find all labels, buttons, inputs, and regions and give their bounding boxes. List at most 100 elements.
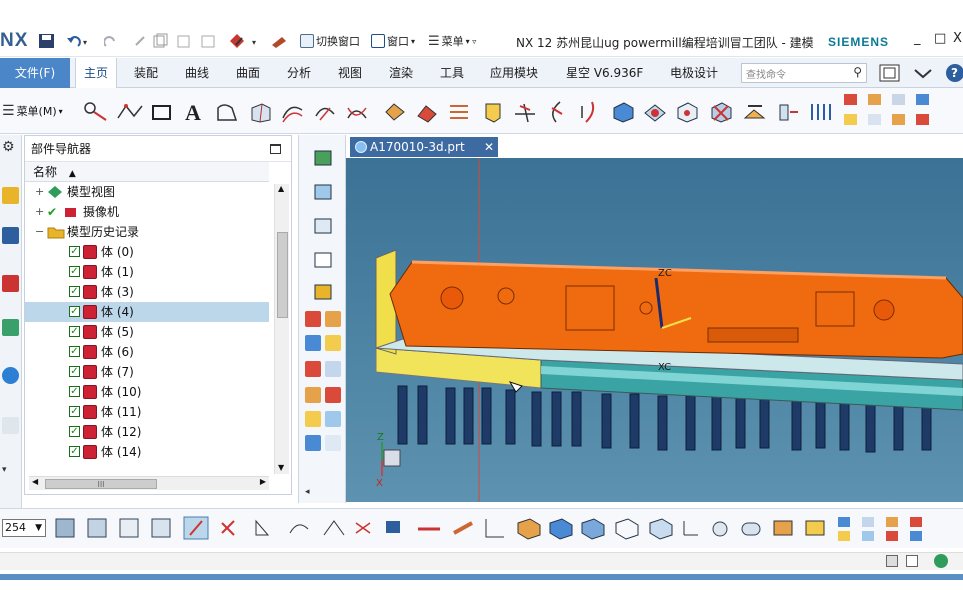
visibility-checkbox[interactable]: ✓ (69, 346, 80, 357)
expand-icon[interactable]: + (35, 182, 44, 202)
horizontal-scroll-thumb[interactable]: III (45, 479, 157, 489)
tab-xingkong[interactable]: 星空 V6.936F (566, 58, 643, 88)
tree-node-model-views[interactable]: + 模型视图 (25, 182, 269, 202)
menu-button[interactable]: ☰ 菜单 ▾ ▿ (428, 33, 476, 49)
constraint-navigator-icon[interactable] (2, 227, 19, 244)
tab-applications[interactable]: 应用模块 (490, 58, 538, 88)
close-tab-icon[interactable]: ✕ (484, 137, 494, 157)
visibility-checkbox[interactable]: ✓ (69, 386, 80, 397)
point-icon[interactable] (82, 100, 112, 124)
save-icon[interactable] (38, 33, 56, 49)
name-column-header[interactable]: 名称 ▲ (25, 162, 269, 182)
visibility-checkbox[interactable]: ✓ (69, 306, 80, 317)
graphics-window-tab[interactable]: A170010-3d.prt ✕ (350, 137, 498, 157)
draft-icon[interactable] (414, 100, 440, 124)
navigator-vertical-scrollbar[interactable]: ▲ ▼ (274, 184, 289, 474)
feature-icon[interactable] (325, 387, 341, 403)
switch-window-button[interactable]: 切换窗口 (300, 33, 360, 49)
text-icon[interactable]: A (183, 98, 207, 124)
scroll-left-icon[interactable]: ◀ (32, 477, 38, 486)
project-curve-icon[interactable] (312, 100, 338, 124)
history-icon[interactable] (2, 417, 19, 434)
settings-icon[interactable]: ⚙ (2, 139, 19, 156)
visibility-checkbox[interactable]: ✓ (69, 366, 80, 377)
ribbon-options-icon[interactable] (912, 64, 934, 82)
tab-electrode-design[interactable]: 电极设计 (670, 58, 718, 88)
split-body-icon[interactable] (544, 100, 570, 124)
web-browser-icon[interactable] (2, 367, 19, 384)
feature-icon[interactable] (325, 335, 341, 351)
tab-curve[interactable]: 曲线 (185, 58, 209, 88)
blend-icon[interactable] (446, 100, 472, 124)
tree-node-body[interactable]: ✓ 体 (1) (25, 262, 269, 282)
visibility-checkbox[interactable]: ✓ (69, 406, 80, 417)
rotate-face-icon[interactable] (382, 100, 408, 124)
feature-icon[interactable] (305, 411, 321, 427)
tree-node-body[interactable]: ✓ 体 (12) (25, 422, 269, 442)
search-icon[interactable]: ⚲ (853, 65, 862, 79)
minimize-button[interactable]: _ (914, 31, 921, 46)
shell-icon[interactable] (642, 100, 668, 124)
visibility-checkbox[interactable]: ✓ (69, 446, 80, 457)
help-icon[interactable]: ? (944, 62, 963, 84)
visibility-checkbox[interactable]: ✓ (69, 426, 80, 437)
tab-render[interactable]: 渲染 (389, 58, 413, 88)
tree-node-body[interactable]: ✓ 体 (11) (25, 402, 269, 422)
chevron-down-icon[interactable]: ▾ (2, 465, 19, 482)
feature-icon[interactable] (325, 361, 341, 377)
visibility-checkbox[interactable]: ✓ (69, 286, 80, 297)
tree-node-body-selected[interactable]: ✓ 体 (4) (25, 302, 269, 322)
view-icons-column[interactable] (311, 145, 337, 305)
feature-icon[interactable] (305, 335, 321, 351)
tree-node-model-history[interactable]: − 模型历史记录 (25, 222, 269, 242)
full-screen-status-icon[interactable] (906, 555, 918, 567)
visibility-checkbox[interactable]: ✓ (69, 326, 80, 337)
tree-node-body[interactable]: ✓ 体 (14) (25, 442, 269, 462)
full-screen-icon[interactable] (878, 63, 902, 83)
window-menu-button[interactable]: 窗口 ▾ (371, 33, 415, 49)
maximize-panel-icon[interactable] (270, 144, 281, 154)
tree-node-body[interactable]: ✓ 体 (3) (25, 282, 269, 302)
tab-home[interactable]: 主页 (75, 58, 118, 88)
tab-analysis[interactable]: 分析 (287, 58, 311, 88)
collapse-left-icon[interactable]: ◂ (305, 487, 310, 497)
view-command-icons[interactable] (52, 515, 952, 543)
tree-node-body[interactable]: ✓ 体 (0) (25, 242, 269, 262)
extrude-icon[interactable] (248, 100, 274, 124)
selection-filter-icon[interactable]: ▾ (228, 32, 264, 50)
scroll-down-icon[interactable]: ▼ (278, 463, 284, 472)
expand-icon[interactable]: + (35, 202, 44, 222)
rectangle-icon[interactable] (150, 100, 174, 124)
maximize-button[interactable]: □ (934, 31, 946, 46)
feature-icon[interactable] (325, 435, 341, 451)
tree-node-body[interactable]: ✓ 体 (6) (25, 342, 269, 362)
replace-face-icon[interactable] (742, 100, 768, 124)
sketch-icon[interactable] (214, 100, 240, 124)
chamfer-icon[interactable] (480, 100, 506, 124)
part-navigator-icon[interactable] (2, 275, 19, 292)
tab-view[interactable]: 视图 (338, 58, 362, 88)
command-search-input[interactable]: 查找命令 ⚲ (741, 63, 867, 83)
delete-face-icon[interactable] (708, 100, 734, 124)
feature-icon[interactable] (325, 411, 341, 427)
feature-icon[interactable] (305, 361, 321, 377)
offset-face-icon[interactable] (674, 100, 700, 124)
visibility-checkbox[interactable]: ✓ (69, 266, 80, 277)
assembly-navigator-icon[interactable] (2, 187, 19, 204)
feature-icon[interactable] (305, 387, 321, 403)
tree-node-camera[interactable]: + ✔ 摄像机 (25, 202, 269, 222)
mirror-icon[interactable] (576, 100, 602, 124)
feature-icon[interactable] (305, 311, 321, 327)
pattern-feature-icon[interactable] (808, 100, 834, 124)
feature-icon[interactable] (305, 435, 321, 451)
spline-icon[interactable] (116, 100, 146, 124)
undo-icon[interactable]: ▾ (66, 34, 90, 48)
tree-node-body[interactable]: ✓ 体 (5) (25, 322, 269, 342)
tree-node-body[interactable]: ✓ 体 (7) (25, 362, 269, 382)
intersect-curve-icon[interactable] (344, 100, 370, 124)
tab-tools[interactable]: 工具 (440, 58, 464, 88)
vertical-scroll-thumb[interactable] (277, 232, 288, 318)
file-tab[interactable]: 文件(F) (0, 58, 70, 88)
paint-icon[interactable] (270, 33, 290, 49)
zoom-level-select[interactable]: 254 ▼ (2, 519, 46, 537)
